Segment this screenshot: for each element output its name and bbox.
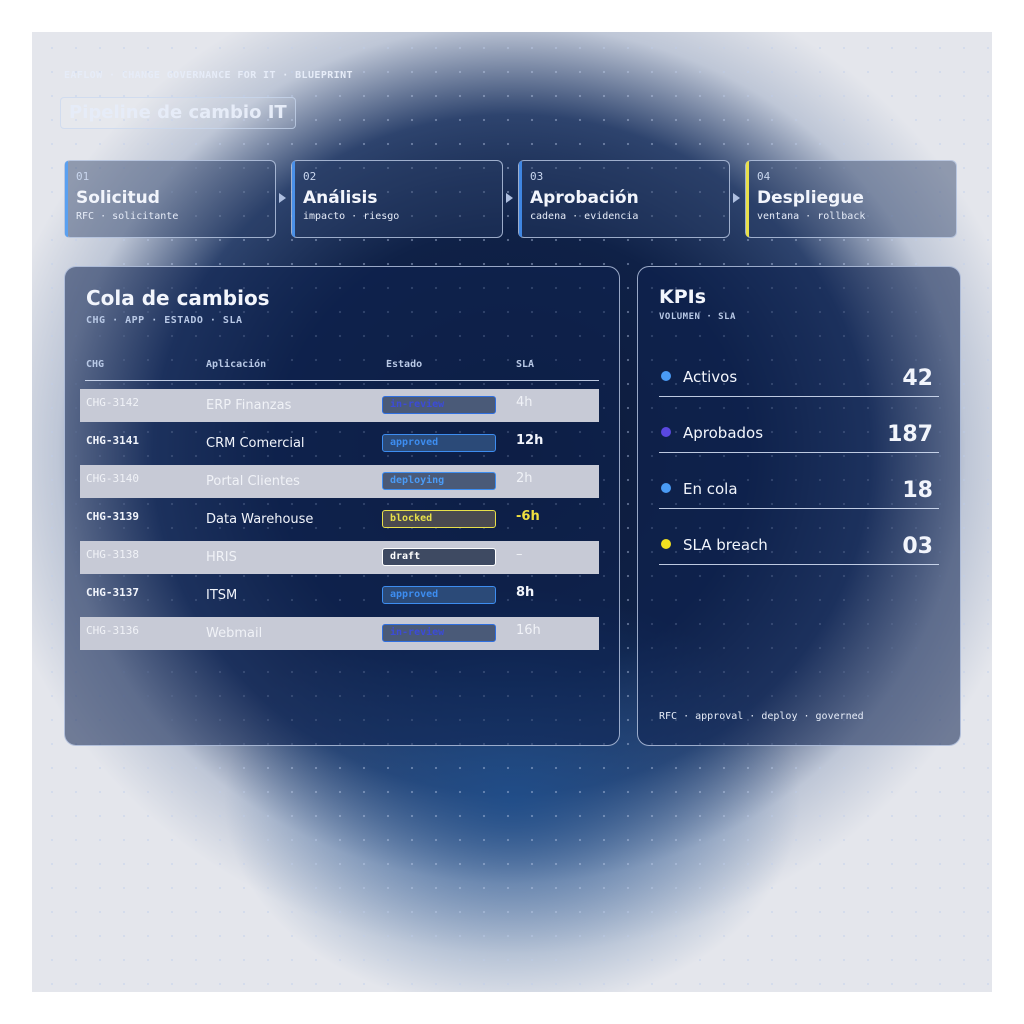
kpi-divider xyxy=(659,508,939,509)
queue-subtitle: CHG · APP · ESTADO · SLA xyxy=(86,315,243,326)
sla-value: 16h xyxy=(516,623,541,638)
status-badge: blocked xyxy=(382,510,496,528)
change-id: CHG-3141 xyxy=(86,434,139,447)
kpi-label: Aprobados xyxy=(683,424,764,442)
stage-accent-bar xyxy=(65,161,68,237)
change-queue-panel: Cola de cambios CHG · APP · ESTADO · SLA… xyxy=(64,266,620,746)
status-dot-icon xyxy=(661,371,671,381)
column-header-chg[interactable]: CHG xyxy=(86,359,104,370)
change-id: CHG-3140 xyxy=(86,472,139,485)
stage-name: Análisis xyxy=(303,188,378,208)
sla-value: -6h xyxy=(516,509,540,524)
stage-subtitle: RFC · solicitante xyxy=(76,211,179,222)
stage-name: Solicitud xyxy=(76,188,160,208)
kpi-panel: KPIs VOLUMEN · SLA Activos 42 Aprobados 187… xyxy=(637,266,961,746)
status-dot-icon xyxy=(661,539,671,549)
kpi-subtitle: VOLUMEN · SLA xyxy=(659,312,736,322)
sla-value: 4h xyxy=(516,395,533,410)
application-name: ITSM xyxy=(206,588,238,603)
application-name: Webmail xyxy=(206,626,263,641)
application-name: CRM Comercial xyxy=(206,436,305,451)
column-header-sla[interactable]: SLA xyxy=(516,359,534,370)
status-dot-icon xyxy=(661,483,671,493)
stage-number: 04 xyxy=(757,170,771,183)
application-name: Portal Clientes xyxy=(206,474,300,489)
sla-value: 8h xyxy=(516,585,535,600)
column-header-app[interactable]: Aplicación xyxy=(206,359,266,370)
status-badge: approved xyxy=(382,434,496,452)
sla-value: 2h xyxy=(516,471,533,486)
change-id: CHG-3137 xyxy=(86,586,139,599)
arrow-right-icon xyxy=(506,193,513,203)
kpi-title: KPIs xyxy=(659,286,707,308)
status-badge: draft xyxy=(382,548,496,566)
kpi-item: Aprobados 187 xyxy=(659,419,939,475)
kpi-label: Activos xyxy=(683,368,738,386)
sla-value: – xyxy=(516,547,523,562)
canvas: EAFLOW · CHANGE GOVERNANCE FOR IT · BLUE… xyxy=(32,32,992,992)
application-name: HRIS xyxy=(206,550,237,565)
kpi-value: 03 xyxy=(902,534,933,559)
stage-subtitle: impacto · riesgo xyxy=(303,211,400,222)
kpi-value: 187 xyxy=(887,422,933,447)
stage-name: Despliegue xyxy=(757,188,864,208)
kpi-label: En cola xyxy=(683,480,738,498)
kpi-value: 42 xyxy=(902,366,933,391)
eyebrow: EAFLOW · CHANGE GOVERNANCE FOR IT · BLUE… xyxy=(64,70,353,81)
kpi-item: En cola 18 xyxy=(659,475,939,531)
change-id: CHG-3138 xyxy=(86,548,139,561)
kpi-footer: RFC · approval · deploy · governed xyxy=(659,711,864,722)
kpi-divider xyxy=(659,564,939,565)
stage-subtitle: cadena · evidencia xyxy=(530,211,639,222)
stage-number: 01 xyxy=(76,170,90,183)
kpi-item: SLA breach 03 xyxy=(659,531,939,587)
arrow-right-icon xyxy=(279,193,286,203)
change-id: CHG-3139 xyxy=(86,510,139,523)
stage-accent-bar xyxy=(519,161,522,237)
table-row[interactable]: CHG-3139 Data Warehouse blocked -6h xyxy=(80,503,599,536)
stage-number: 03 xyxy=(530,170,544,183)
table-row[interactable]: CHG-3137 ITSM approved 8h xyxy=(80,579,599,612)
kpi-item: Activos 42 xyxy=(659,363,939,419)
status-badge: approved xyxy=(382,586,496,604)
stage-subtitle: ventana · rollback xyxy=(757,211,866,222)
table-row[interactable]: CHG-3140 Portal Clientes deploying 2h xyxy=(80,465,599,498)
table-row[interactable]: CHG-3136 Webmail in-review 16h xyxy=(80,617,599,650)
status-badge: in-review xyxy=(382,624,496,642)
column-header-status[interactable]: Estado xyxy=(386,359,422,370)
kpi-label: SLA breach xyxy=(683,536,768,554)
status-badge: in-review xyxy=(382,396,496,414)
stage-number: 02 xyxy=(303,170,317,183)
change-id: CHG-3136 xyxy=(86,624,139,637)
kpi-divider xyxy=(659,452,939,453)
stage-accent-bar xyxy=(292,161,295,237)
pipeline-stage-3[interactable]: 03 Aprobación cadena · evidencia xyxy=(518,160,730,238)
kpi-value: 18 xyxy=(902,478,933,503)
queue-title: Cola de cambios xyxy=(86,286,270,310)
application-name: Data Warehouse xyxy=(206,512,314,527)
status-dot-icon xyxy=(661,427,671,437)
stage-name: Aprobación xyxy=(530,188,639,208)
sla-value: 12h xyxy=(516,433,544,448)
header-divider xyxy=(85,380,599,381)
table-row[interactable]: CHG-3141 CRM Comercial approved 12h xyxy=(80,427,599,460)
stage-accent-bar xyxy=(746,161,749,237)
application-name: ERP Finanzas xyxy=(206,398,292,413)
arrow-right-icon xyxy=(733,193,740,203)
pipeline-stage-4[interactable]: 04 Despliegue ventana · rollback xyxy=(745,160,957,238)
change-id: CHG-3142 xyxy=(86,396,139,409)
table-row[interactable]: CHG-3142 ERP Finanzas in-review 4h xyxy=(80,389,599,422)
table-row[interactable]: CHG-3138 HRIS draft – xyxy=(80,541,599,574)
kpi-divider xyxy=(659,396,939,397)
pipeline-stage-1[interactable]: 01 Solicitud RFC · solicitante xyxy=(64,160,276,238)
pipeline-stage-2[interactable]: 02 Análisis impacto · riesgo xyxy=(291,160,503,238)
page-title: Pipeline de cambio IT xyxy=(60,97,296,129)
status-badge: deploying xyxy=(382,472,496,490)
